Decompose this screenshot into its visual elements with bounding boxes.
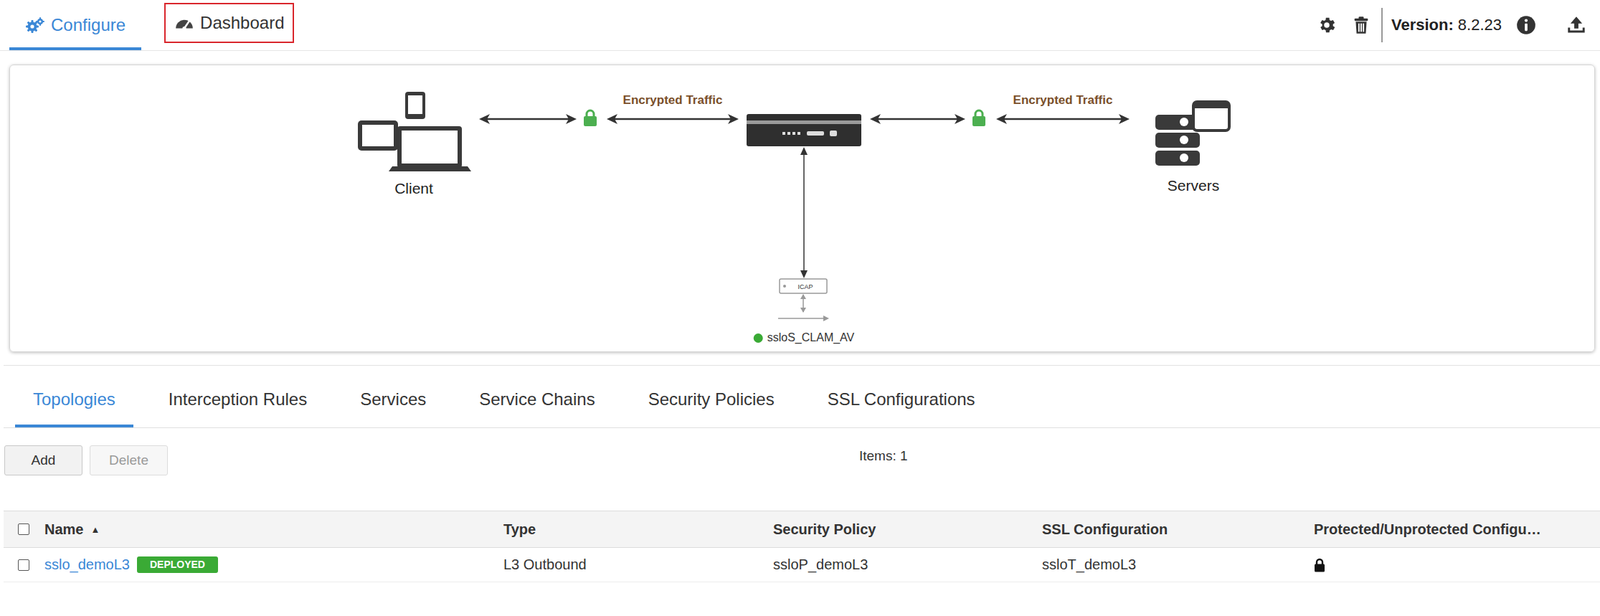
version-label: Version: [1391, 15, 1454, 34]
double-arrow-icon [869, 111, 967, 127]
service-label[interactable]: ssloS_CLAM_AV [753, 330, 855, 345]
column-label: Type [503, 521, 536, 538]
top-tab-label: Dashboard [200, 12, 284, 33]
link-label: Encrypted Traffic [623, 92, 723, 109]
service-name: ssloS_CLAM_AV [767, 330, 855, 345]
client-node: Client [352, 90, 475, 198]
row-cell [17, 559, 45, 571]
version-number: 8.2.23 [1458, 15, 1502, 34]
client-label: Client [394, 180, 434, 198]
icap-label: ICAP [797, 283, 813, 291]
column-label: Security Policy [773, 521, 876, 538]
encrypted-link: Encrypted Traffic [995, 92, 1131, 127]
info-icon[interactable] [1516, 15, 1537, 36]
tab-bar: Topologies Interception Rules Services Serv… [3, 365, 1600, 429]
config-panel: Topologies Interception Rules Services Serv… [3, 365, 1600, 583]
tab[interactable]: Service Chains [461, 365, 613, 428]
servers-icon [1153, 98, 1233, 168]
header-cell [17, 523, 45, 536]
protected-cell [1313, 557, 1600, 573]
security-policy-cell: ssloP_demoL3 [773, 556, 1043, 574]
column-header[interactable]: Type [503, 521, 774, 538]
lock-icon [582, 108, 599, 127]
icap-service-icon: ICAP [778, 277, 830, 323]
toolbar-button[interactable]: Delete [89, 445, 168, 476]
lock-icon [971, 108, 987, 127]
status-dot [753, 333, 764, 343]
servers-label: Servers [1167, 177, 1220, 195]
divider [1381, 7, 1383, 43]
double-arrow-icon [606, 111, 740, 127]
name-cell: sslo_demoL3 DEPLOYED [44, 556, 504, 574]
tab[interactable]: Interception Rules [150, 365, 325, 428]
app-page: Configure Dashboard Version:8.2.23 Client En… [0, 0, 1600, 616]
select-all-checkbox[interactable] [17, 523, 30, 536]
topology-diagram: Client Encrypted Traffic Encrypted Traffic… [9, 64, 1595, 353]
table-header: Name ▲ Type Security Policy SSL Configuratio… [3, 510, 1600, 548]
sslo-appliance-icon [746, 114, 862, 147]
client-devices-icon [356, 90, 472, 173]
toolbar: AddDeleteItems: 1 [3, 428, 1600, 476]
gear-icon[interactable] [1316, 15, 1337, 36]
items-count: Items: 1 [859, 445, 1600, 465]
status-badge: DEPLOYED [136, 556, 219, 574]
top-tab[interactable]: Configure [9, 0, 142, 51]
table-row[interactable]: sslo_demoL3 DEPLOYED L3 OutboundssloP_demo… [3, 547, 1600, 583]
top-tab-label: Configure [50, 15, 126, 36]
sort-indicator: ▲ [90, 524, 100, 536]
topology-link[interactable]: sslo_demoL3 [44, 556, 130, 574]
tab[interactable]: SSL Configurations [809, 365, 994, 428]
top-bar: Configure Dashboard Version:8.2.23 [0, 0, 1600, 51]
column-header[interactable]: Name ▲ [44, 521, 504, 538]
row-checkbox[interactable] [17, 559, 30, 571]
column-header[interactable]: SSL Configuration [1042, 521, 1314, 538]
double-arrow-icon [995, 111, 1131, 127]
double-arrow-icon [478, 111, 578, 127]
version: Version:8.2.23 [1391, 15, 1502, 35]
toolbar-button[interactable]: Add [4, 445, 83, 476]
lock-icon [1313, 557, 1326, 573]
type-cell: L3 Outbound [503, 556, 774, 574]
tab[interactable]: Topologies [15, 365, 134, 428]
trash-icon[interactable] [1351, 15, 1372, 36]
upload-icon[interactable] [1566, 15, 1587, 36]
column-header[interactable]: Security Policy [773, 521, 1043, 538]
link-label: Encrypted Traffic [1013, 92, 1114, 109]
top-tab[interactable]: Dashboard [164, 2, 295, 44]
button-group: AddDelete [4, 445, 860, 476]
top-actions: Version:8.2.23 [1316, 0, 1591, 51]
servers-node: Servers [1150, 98, 1237, 195]
ssl-configuration-cell: ssloT_demoL3 [1042, 556, 1314, 574]
encrypted-link: Encrypted Traffic [606, 92, 740, 127]
topologies-table: Name ▲ Type Security Policy SSL Configuratio… [3, 510, 1600, 583]
column-label: Name [44, 521, 84, 538]
vertical-arrow-icon [796, 146, 812, 279]
column-label: SSL Configuration [1042, 521, 1168, 538]
cogs-icon [25, 16, 46, 34]
tab[interactable]: Services [342, 365, 444, 428]
dashboard-icon [174, 14, 195, 32]
column-label: Protected/Unprotected Configu… [1313, 521, 1542, 538]
column-header[interactable]: Protected/Unprotected Configu… [1313, 521, 1600, 538]
tab[interactable]: Security Policies [630, 365, 793, 428]
